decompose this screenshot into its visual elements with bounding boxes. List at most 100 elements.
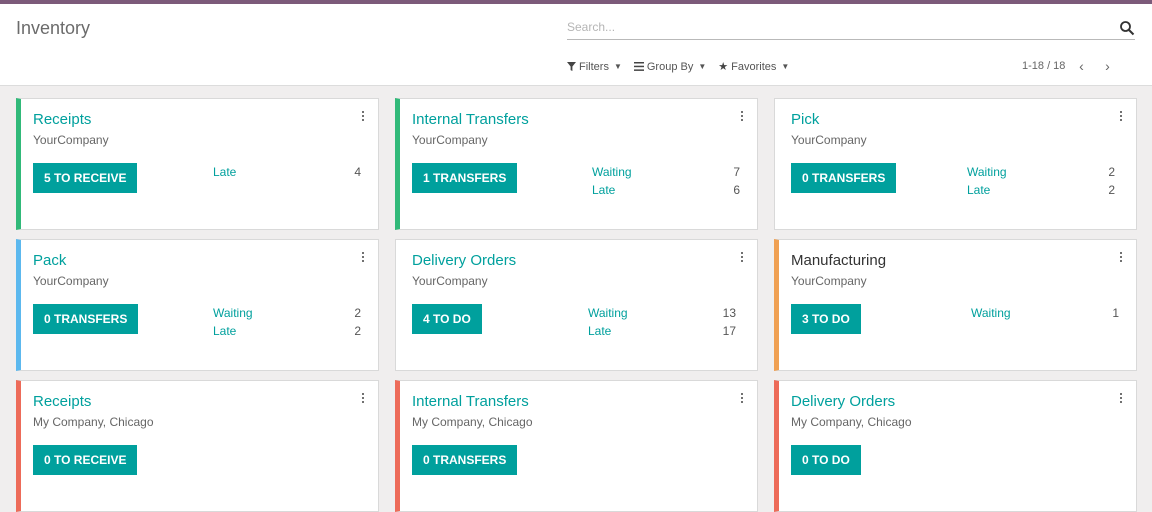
card-title[interactable]: Receipts [33, 111, 91, 128]
operation-card[interactable]: Pack YourCompany 0 TRANSFERS Waiting 2 Late 2 [16, 239, 379, 371]
kebab-menu-icon[interactable] [739, 393, 745, 405]
filters-label: Filters [579, 60, 609, 73]
kebab-menu-icon[interactable] [360, 393, 366, 405]
card-action-button[interactable]: 0 TRANSFERS [33, 304, 139, 334]
star-icon: ★ [718, 61, 729, 73]
stat-row[interactable]: Waiting 2 [967, 165, 1115, 183]
breadcrumb-title[interactable]: Inventory [16, 18, 90, 39]
card-stats: Waiting 13 Late 17 [588, 306, 736, 342]
pager-value[interactable]: 1-18 / 18 [1022, 60, 1065, 72]
stat-row[interactable]: Late 17 [588, 324, 736, 342]
pager: 1-18 / 18 ‹ › [1022, 59, 1117, 73]
search-bar[interactable] [567, 16, 1135, 40]
chevron-left-icon[interactable]: ‹ [1071, 59, 1091, 73]
card-title[interactable]: Delivery Orders [791, 393, 895, 410]
control-panel: Inventory Filters ▼ Group By ▼ ★ Favorit… [0, 4, 1152, 86]
card-company: YourCompany [412, 274, 488, 288]
stat-label[interactable]: Late [588, 324, 611, 342]
stat-row[interactable]: Waiting 1 [971, 306, 1119, 324]
operation-card[interactable]: Receipts My Company, Chicago 0 TO RECEIVE [16, 380, 379, 512]
card-title[interactable]: Receipts [33, 393, 91, 410]
card-action-button[interactable]: 0 TO DO [791, 445, 861, 475]
card-company: My Company, Chicago [412, 415, 533, 429]
card-company: YourCompany [33, 133, 109, 147]
kebab-menu-icon[interactable] [739, 111, 745, 123]
stat-label[interactable]: Late [592, 183, 615, 201]
card-company: YourCompany [412, 133, 488, 147]
card-stats: Waiting 7 Late 6 [592, 165, 740, 201]
stat-row[interactable]: Waiting 13 [588, 306, 736, 324]
kebab-menu-icon[interactable] [360, 252, 366, 264]
card-title[interactable]: Internal Transfers [412, 393, 529, 410]
operation-card[interactable]: Internal Transfers YourCompany 1 TRANSFERS… [395, 98, 758, 230]
stat-row[interactable]: Late 2 [213, 324, 361, 342]
card-stats: Waiting 2 Late 2 [967, 165, 1115, 201]
caret-down-icon: ▼ [613, 62, 622, 71]
stat-value: 13 [722, 306, 736, 320]
stat-value: 2 [354, 324, 361, 338]
stat-label[interactable]: Waiting [592, 165, 632, 183]
caret-down-icon: ▼ [698, 62, 707, 71]
favorites-button[interactable]: ★ Favorites ▼ [718, 60, 790, 74]
groupby-label: Group By [646, 60, 694, 73]
kebab-menu-icon[interactable] [1118, 252, 1124, 264]
kebab-menu-icon[interactable] [1118, 111, 1124, 123]
card-title[interactable]: Pack [33, 252, 66, 269]
filters-button[interactable]: Filters ▼ [567, 60, 622, 73]
kebab-menu-icon[interactable] [739, 252, 745, 264]
card-stats: Waiting 1 [971, 306, 1119, 324]
stat-value: 7 [733, 165, 740, 179]
operation-card[interactable]: Manufacturing YourCompany 3 TO DO Waiting 1 [774, 239, 1137, 371]
card-title[interactable]: Internal Transfers [412, 111, 529, 128]
card-action-button[interactable]: 0 TRANSFERS [412, 445, 518, 475]
stat-value: 6 [733, 183, 740, 197]
stat-row[interactable]: Late 4 [213, 165, 361, 183]
card-company: YourCompany [791, 274, 867, 288]
stat-value: 17 [722, 324, 736, 338]
caret-down-icon: ▼ [781, 62, 790, 71]
stat-value: 2 [1108, 165, 1115, 179]
card-company: My Company, Chicago [33, 415, 154, 429]
stat-label[interactable]: Waiting [588, 306, 628, 324]
card-title[interactable]: Manufacturing [791, 252, 886, 269]
search-icon[interactable] [1119, 20, 1135, 36]
stat-row[interactable]: Late 6 [592, 183, 740, 201]
operation-card[interactable]: Internal Transfers My Company, Chicago 0 T… [395, 380, 758, 512]
operation-card[interactable]: Delivery Orders YourCompany 4 TO DO Waiting… [395, 239, 758, 371]
card-action-button[interactable]: 0 TRANSFERS [791, 163, 897, 193]
operation-card[interactable]: Delivery Orders My Company, Chicago 0 TO D… [774, 380, 1137, 512]
stat-label[interactable]: Waiting [213, 306, 253, 324]
stat-label[interactable]: Late [967, 183, 990, 201]
card-action-button[interactable]: 3 TO DO [791, 304, 861, 334]
search-options: Filters ▼ Group By ▼ ★ Favorites ▼ [567, 60, 789, 73]
card-company: YourCompany [33, 274, 109, 288]
favorites-label: Favorites [731, 60, 777, 73]
stat-value: 1 [1112, 306, 1119, 320]
stat-row[interactable]: Late 2 [967, 183, 1115, 201]
search-input[interactable] [567, 16, 1107, 38]
card-title[interactable]: Delivery Orders [412, 252, 516, 269]
stat-row[interactable]: Waiting 7 [592, 165, 740, 183]
stat-row[interactable]: Waiting 2 [213, 306, 361, 324]
card-company: YourCompany [791, 133, 867, 147]
chevron-right-icon[interactable]: › [1097, 59, 1117, 73]
card-action-button[interactable]: 5 TO RECEIVE [33, 163, 138, 193]
stat-label[interactable]: Late [213, 324, 236, 342]
card-title[interactable]: Pick [791, 111, 819, 128]
filter-icon [567, 62, 576, 71]
kanban-grid: Receipts YourCompany 5 TO RECEIVE Late 4 Inte… [16, 98, 1137, 512]
operation-card[interactable]: Pick YourCompany 0 TRANSFERS Waiting 2 Late 2 [774, 98, 1137, 230]
stat-value: 2 [1108, 183, 1115, 197]
kebab-menu-icon[interactable] [360, 111, 366, 123]
stat-label[interactable]: Late [213, 165, 236, 183]
card-action-button[interactable]: 0 TO RECEIVE [33, 445, 138, 475]
stat-label[interactable]: Waiting [971, 306, 1011, 324]
groupby-button[interactable]: Group By ▼ [633, 60, 707, 73]
card-company: My Company, Chicago [791, 415, 912, 429]
operation-card[interactable]: Receipts YourCompany 5 TO RECEIVE Late 4 [16, 98, 379, 230]
card-action-button[interactable]: 1 TRANSFERS [412, 163, 518, 193]
stat-label[interactable]: Waiting [967, 165, 1007, 183]
card-action-button[interactable]: 4 TO DO [412, 304, 482, 334]
card-stats: Late 4 [213, 165, 361, 183]
kebab-menu-icon[interactable] [1118, 393, 1124, 405]
